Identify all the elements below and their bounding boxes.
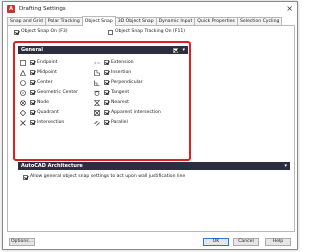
perpendicular-checkbox[interactable] <box>104 80 109 85</box>
object-snap-on-option[interactable]: Object Snap On (F3) <box>14 29 68 35</box>
tangent-checkbox[interactable] <box>104 90 109 95</box>
endpoint-checkbox[interactable] <box>30 60 35 65</box>
quadrant-checkbox[interactable] <box>30 110 35 115</box>
autocad-architecture-section-header[interactable]: AutoCAD Architecture ▾ <box>18 162 290 170</box>
drafting-settings-dialog: A Drafting Settings × Snap and Grid Pola… <box>2 1 298 250</box>
nearest-icon <box>94 99 100 106</box>
apparent-intersection-icon <box>94 109 100 116</box>
cancel-button[interactable]: Cancel <box>233 238 259 246</box>
osnap-quadrant[interactable]: Quadrant <box>20 109 59 116</box>
general-select-all-checkbox[interactable] <box>173 47 178 53</box>
wall-justification-option[interactable]: Allow general object snap settings to ac… <box>23 174 185 180</box>
osnap-center[interactable]: Center <box>20 79 52 86</box>
title-bar: A Drafting Settings × <box>3 2 297 16</box>
tab-content-panel: Object Snap On (F3) Object Snap Tracking… <box>7 25 295 232</box>
chevron-down-icon[interactable]: ▾ <box>284 162 287 170</box>
geometric-center-label: Geometric Center <box>37 89 78 95</box>
intersection-icon <box>20 119 26 126</box>
parallel-checkbox[interactable] <box>104 120 109 125</box>
osnap-nearest[interactable]: Nearest <box>94 99 129 106</box>
intersection-label: Intersection <box>37 119 65 125</box>
apparent-intersection-label: Apparent intersection <box>111 109 161 115</box>
intersection-checkbox[interactable] <box>30 120 35 125</box>
close-icon[interactable]: × <box>286 4 293 13</box>
osnap-midpoint[interactable]: Midpoint <box>20 69 57 76</box>
tangent-label: Tangent <box>111 89 130 95</box>
insertion-checkbox[interactable] <box>104 70 109 75</box>
center-label: Center <box>37 79 53 85</box>
osnap-endpoint[interactable]: Endpoint <box>20 59 57 66</box>
osnap-parallel[interactable]: Parallel <box>94 119 128 126</box>
chevron-down-icon[interactable]: ▾ <box>182 46 185 54</box>
osnap-node[interactable]: Node <box>20 99 49 106</box>
node-icon <box>20 99 26 106</box>
geometric-center-icon <box>20 89 26 96</box>
perpendicular-label: Perpendicular <box>111 79 143 85</box>
object-snap-tracking-option[interactable]: Object Snap Tracking On (F11) <box>108 29 185 35</box>
perpendicular-icon <box>94 80 100 86</box>
endpoint-label: Endpoint <box>37 59 58 65</box>
osnap-apparent-intersection[interactable]: Apparent intersection <box>94 109 161 116</box>
object-snap-tracking-label: Object Snap Tracking On (F11) <box>115 29 186 34</box>
insertion-icon <box>94 69 100 76</box>
window-title: Drafting Settings <box>19 6 66 12</box>
tangent-icon <box>94 90 100 96</box>
ok-button[interactable]: OK <box>203 238 229 246</box>
options-button[interactable]: Options... <box>9 238 35 246</box>
object-snap-on-label: Object Snap On (F3) <box>21 29 68 34</box>
osnap-tangent[interactable]: Tangent <box>94 89 129 96</box>
parallel-label: Parallel <box>111 119 128 125</box>
autocad-architecture-title: AutoCAD Architecture <box>21 163 83 169</box>
general-section-header[interactable]: General ▾ <box>18 46 188 54</box>
extension-label: Extension <box>111 59 134 65</box>
osnap-geometric-center[interactable]: Geometric Center <box>20 89 78 96</box>
quadrant-label: Quadrant <box>37 109 59 115</box>
osnap-perpendicular[interactable]: Perpendicular <box>94 79 143 86</box>
object-snap-tracking-checkbox[interactable] <box>108 29 113 35</box>
node-checkbox[interactable] <box>30 100 35 105</box>
extension-checkbox[interactable] <box>104 60 109 65</box>
parallel-icon <box>94 120 100 126</box>
center-checkbox[interactable] <box>30 80 35 85</box>
insertion-label: Insertion <box>111 69 132 75</box>
center-icon <box>20 79 26 86</box>
nearest-label: Nearest <box>111 99 129 105</box>
midpoint-icon <box>20 69 26 76</box>
wall-justification-checkbox[interactable] <box>23 174 28 180</box>
extension-icon <box>94 60 100 66</box>
general-section-title: General <box>21 47 43 53</box>
help-button[interactable]: Help <box>265 238 291 246</box>
midpoint-label: Midpoint <box>37 69 57 75</box>
midpoint-checkbox[interactable] <box>30 70 35 75</box>
geometric-center-checkbox[interactable] <box>30 90 35 95</box>
apparent-intersection-checkbox[interactable] <box>104 110 109 115</box>
tab-object-snap[interactable]: Object Snap <box>81 16 116 26</box>
wall-justification-label: Allow general object snap settings to ac… <box>30 174 186 179</box>
object-snap-on-checkbox[interactable] <box>14 29 19 35</box>
quadrant-icon <box>20 109 26 116</box>
osnap-insertion[interactable]: Insertion <box>94 69 131 76</box>
node-label: Node <box>37 99 49 105</box>
autocad-app-icon: A <box>7 5 15 13</box>
osnap-extension[interactable]: Extension <box>94 59 134 66</box>
osnap-intersection[interactable]: Intersection <box>20 119 64 126</box>
nearest-checkbox[interactable] <box>104 100 109 105</box>
endpoint-icon <box>20 59 26 66</box>
